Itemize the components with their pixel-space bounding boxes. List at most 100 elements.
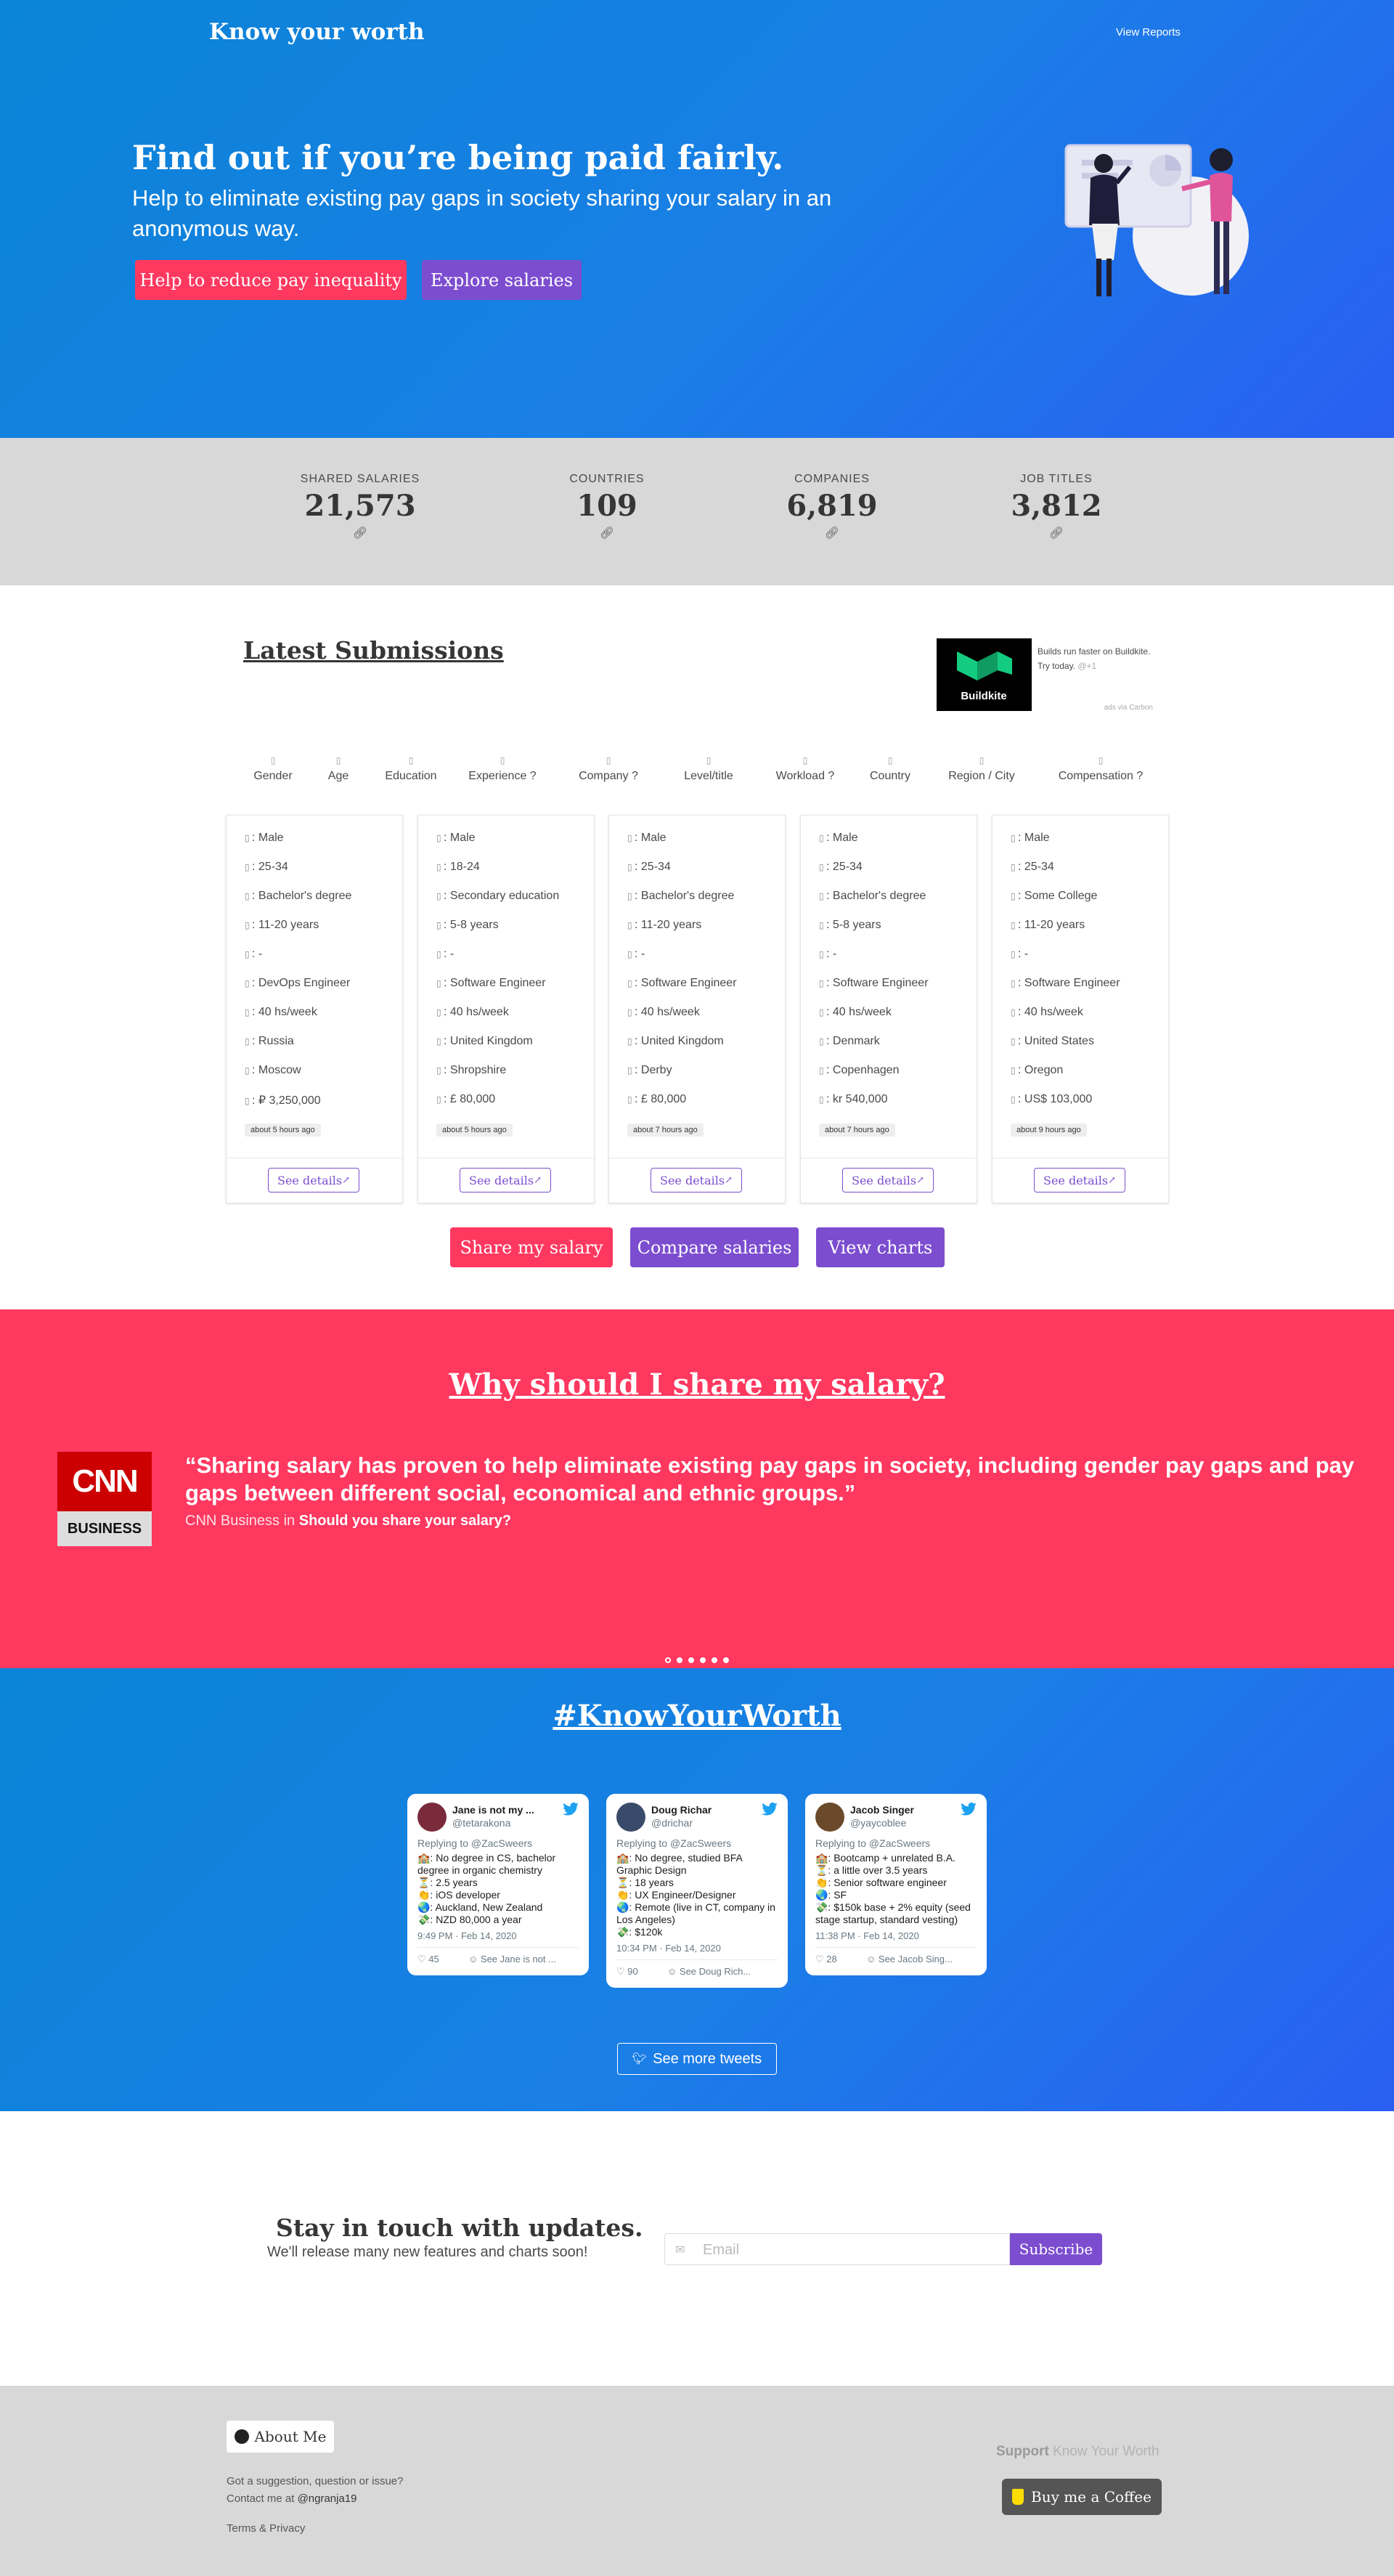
- tweet-likes[interactable]: ♡ 28: [815, 1954, 837, 1965]
- carousel-dot[interactable]: [665, 1657, 671, 1663]
- person-icon: ☺: [866, 1954, 876, 1964]
- filter-education[interactable]: ▯ Education: [367, 755, 455, 783]
- tweet-author-handle[interactable]: @drichar: [651, 1817, 693, 1829]
- see-more-tweets-button[interactable]: 🐦︎ See more tweets: [617, 2043, 777, 2075]
- tweet-timestamp[interactable]: 9:49 PM · Feb 14, 2020: [417, 1930, 579, 1948]
- tweet-see-profile[interactable]: ☺ See Doug Rich...: [667, 1966, 751, 1977]
- card-row-experience: ▯: 11-20 years: [627, 919, 701, 932]
- source-title[interactable]: Should you share your salary?: [299, 1513, 511, 1529]
- avatar[interactable]: [417, 1803, 447, 1832]
- filter-compensation[interactable]: ▯ Compensation ?: [1050, 755, 1152, 783]
- see-details-button[interactable]: See details ↗: [1034, 1168, 1125, 1192]
- filter-company[interactable]: ▯ Company ?: [565, 755, 652, 783]
- card-row-workload: ▯: 40 hs/week: [436, 1006, 509, 1019]
- filter-workload[interactable]: ▯ Workload ?: [762, 755, 849, 783]
- tweet-see-profile[interactable]: ☺ See Jacob Sing...: [866, 1954, 953, 1964]
- buildkite-logo[interactable]: Buildkite: [937, 638, 1032, 711]
- link-icon[interactable]: 🔗︎: [738, 526, 926, 540]
- card-row-value: : Derby: [635, 1064, 672, 1076]
- terms-privacy-link[interactable]: Terms & Privacy: [227, 2522, 305, 2535]
- tweet-see-profile[interactable]: ☺ See Jane is not ...: [468, 1954, 556, 1964]
- card-row-value: : Bachelor's degree: [826, 890, 926, 902]
- why-share-section: Why should I share my salary? CNN BUSINE…: [0, 1309, 1394, 1668]
- card-row-region-city: ▯: Oregon: [1011, 1064, 1063, 1077]
- carousel-dot[interactable]: [723, 1657, 729, 1663]
- card-footer: See details ↗: [227, 1158, 402, 1203]
- ad-text[interactable]: Builds run faster on Buildkite. Try toda…: [1038, 644, 1154, 673]
- reduce-inequality-button[interactable]: Help to reduce pay inequality: [135, 260, 407, 300]
- compare-salaries-button[interactable]: Compare salaries: [630, 1227, 799, 1267]
- help-icon[interactable]: ?: [1136, 770, 1143, 782]
- experience-icon: ▯: [819, 920, 824, 930]
- help-icon[interactable]: ?: [828, 770, 834, 782]
- card-footer: See details ↗: [801, 1158, 977, 1203]
- card-row-value: : Oregon: [1018, 1064, 1064, 1076]
- brand-logo[interactable]: Know your worth: [209, 19, 425, 45]
- link-icon[interactable]: 🔗︎: [962, 526, 1151, 540]
- link-icon[interactable]: 🔗︎: [266, 526, 455, 540]
- card-row-education: ▯: Some College: [1011, 890, 1097, 903]
- filter-region-city[interactable]: ▯ Region / City: [938, 755, 1025, 783]
- hashtag-title[interactable]: #KnowYourWorth: [0, 1699, 1394, 1733]
- tweet-likes[interactable]: ♡ 90: [616, 1966, 638, 1978]
- tweet-card[interactable]: Jacob Singer @yaycoblee Replying to @ZacSw…: [805, 1794, 987, 1975]
- card-row-region-city: ▯: Shropshire: [436, 1064, 506, 1077]
- filter-experience[interactable]: ▯ Experience ?: [459, 755, 546, 783]
- gender-icon: ▯: [436, 833, 441, 843]
- help-icon[interactable]: ?: [530, 770, 537, 782]
- tweet-card[interactable]: Jane is not my ... @tetarakona Replying to…: [407, 1794, 589, 1975]
- filter-country[interactable]: ▯ Country: [847, 755, 934, 783]
- twitter-icon[interactable]: [563, 1803, 579, 1816]
- tweet-timestamp[interactable]: 10:34 PM · Feb 14, 2020: [616, 1943, 778, 1960]
- card-row-value: : Bachelor's degree: [635, 890, 735, 902]
- card-row-age: ▯: 25-34: [627, 861, 671, 874]
- contact-handle-link[interactable]: @ngranja19: [298, 2492, 357, 2505]
- tweet-author-handle[interactable]: @tetarakona: [452, 1817, 510, 1829]
- support-prefix: Support: [996, 2444, 1049, 2459]
- see-details-button[interactable]: See details ↗: [460, 1168, 551, 1192]
- tweet-reply-to[interactable]: Replying to @ZacSweers: [815, 1837, 977, 1849]
- tweet-card[interactable]: Doug Richar @drichar Replying to @ZacSweer…: [606, 1794, 788, 1988]
- tweet-reply-to[interactable]: Replying to @ZacSweers: [417, 1837, 579, 1849]
- avatar[interactable]: [815, 1803, 844, 1832]
- see-details-button[interactable]: See details ↗: [651, 1168, 742, 1192]
- share-salary-button[interactable]: Share my salary: [450, 1227, 613, 1267]
- hero-illustration: [1064, 144, 1249, 296]
- buy-coffee-button[interactable]: Buy me a Coffee: [1002, 2479, 1162, 2515]
- subscribe-button[interactable]: Subscribe: [1010, 2233, 1102, 2265]
- explore-salaries-button[interactable]: Explore salaries: [422, 260, 582, 300]
- filter-level-title[interactable]: ▯ Level/title: [665, 755, 752, 783]
- experience-icon: ▯: [627, 920, 632, 930]
- see-details-button[interactable]: See details ↗: [842, 1168, 934, 1192]
- nav-view-reports[interactable]: View Reports: [1116, 26, 1181, 38]
- carousel-dot[interactable]: [677, 1657, 682, 1663]
- avatar[interactable]: [616, 1803, 645, 1832]
- ad-via[interactable]: ads via Carbon: [1104, 704, 1153, 712]
- see-details-button[interactable]: See details ↗: [268, 1168, 359, 1192]
- stat-label: Companies: [794, 473, 870, 485]
- country-icon: ▯: [627, 1036, 632, 1047]
- tweet-author-name[interactable]: Jane is not my ...: [452, 1804, 534, 1816]
- twitter-icon[interactable]: [961, 1803, 977, 1816]
- tweet-author-handle[interactable]: @yaycoblee: [850, 1817, 906, 1829]
- tweet-reply-to[interactable]: Replying to @ZacSweers: [616, 1837, 778, 1849]
- link-icon[interactable]: 🔗︎: [513, 526, 701, 540]
- about-me-button[interactable]: About Me: [227, 2421, 334, 2453]
- card-footer: See details ↗: [609, 1158, 785, 1203]
- twitter-icon[interactable]: [762, 1803, 778, 1816]
- carousel-dot[interactable]: [700, 1657, 706, 1663]
- view-charts-button[interactable]: View charts: [816, 1227, 945, 1267]
- carbon-ad[interactable]: Buildkite Builds run faster on Buildkite…: [937, 637, 1154, 712]
- tweet-author-name[interactable]: Jacob Singer: [850, 1804, 914, 1816]
- carousel-dot[interactable]: [688, 1657, 694, 1663]
- help-icon[interactable]: ?: [632, 770, 638, 782]
- card-row-value: : 11-20 years: [1018, 919, 1085, 931]
- email-field[interactable]: ✉ Email: [664, 2233, 1010, 2265]
- carousel-dot[interactable]: [712, 1657, 717, 1663]
- tweet-likes[interactable]: ♡ 45: [417, 1954, 439, 1965]
- filter-label: Age: [327, 770, 349, 782]
- card-row-experience: ▯: 11-20 years: [245, 919, 319, 932]
- heart-icon: ♡: [815, 1954, 824, 1964]
- tweet-author-name[interactable]: Doug Richar: [651, 1804, 712, 1816]
- tweet-timestamp[interactable]: 11:38 PM · Feb 14, 2020: [815, 1930, 977, 1948]
